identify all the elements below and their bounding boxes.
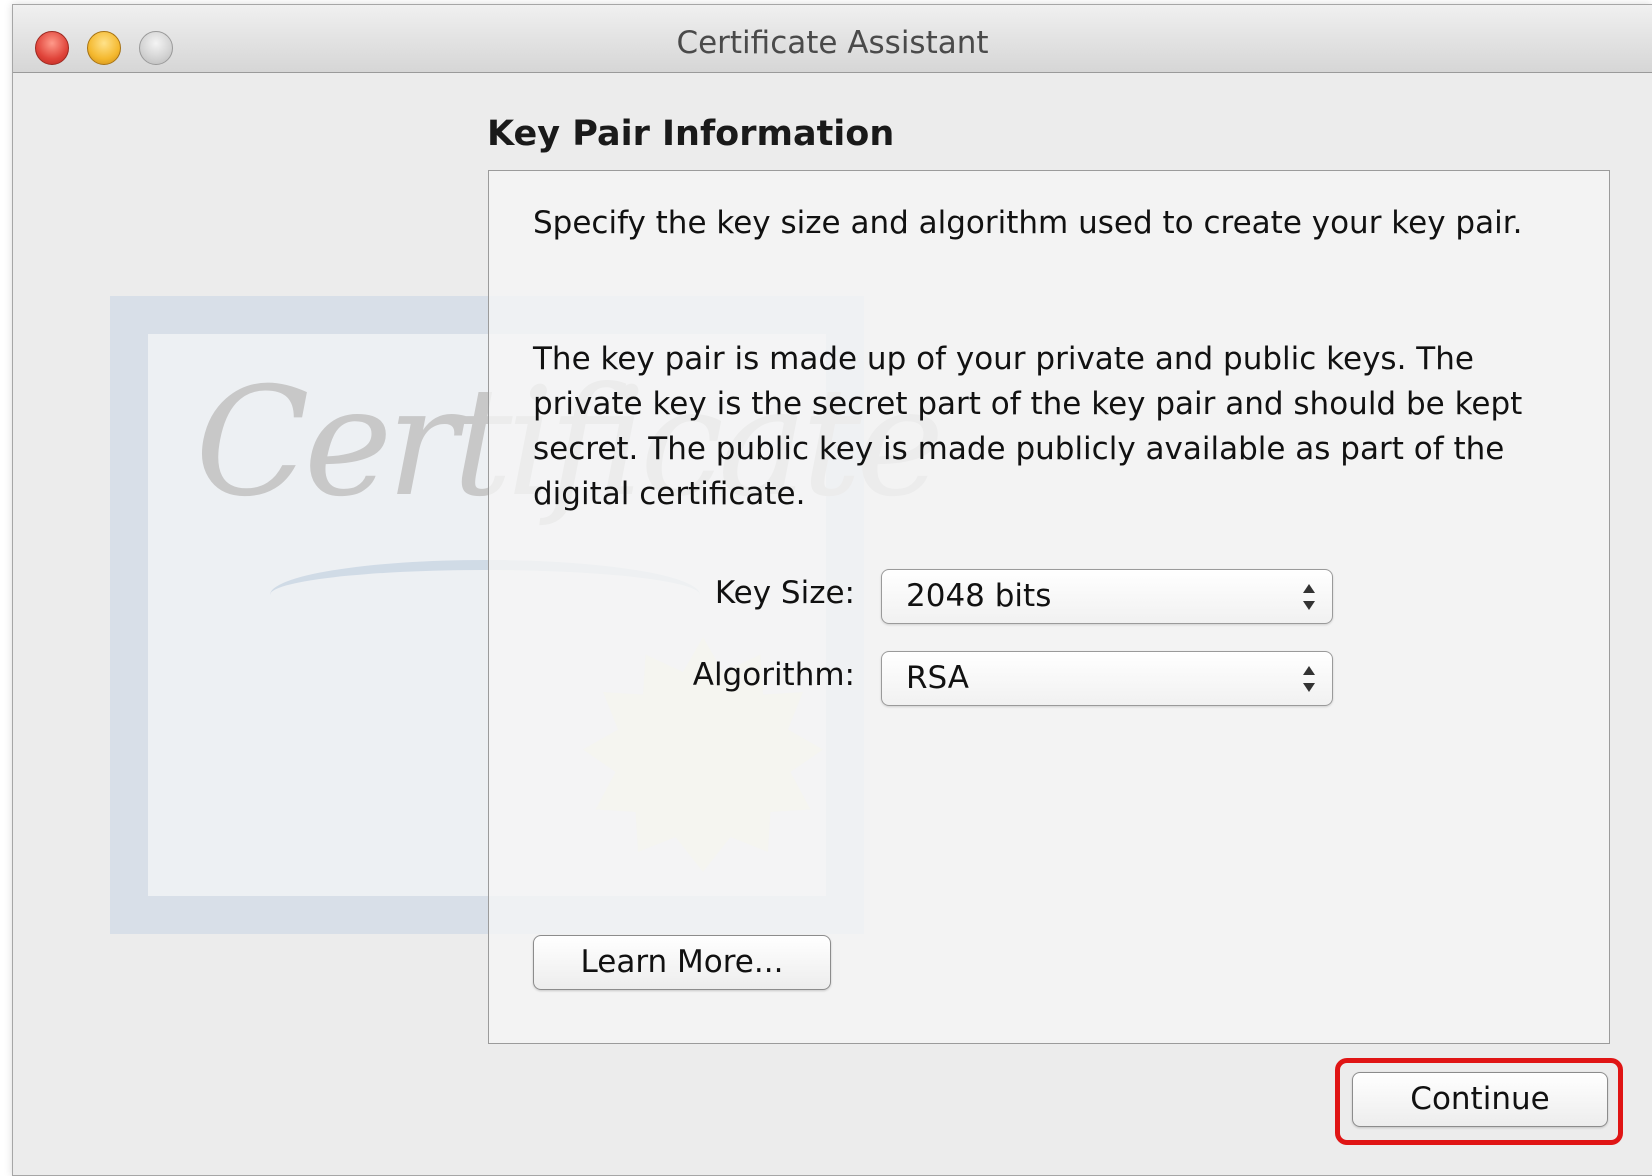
algorithm-select[interactable]: RSA [881,651,1333,706]
title-bar[interactable]: Certificate Assistant [13,5,1652,73]
learn-more-button[interactable]: Learn More... [533,935,831,990]
key-size-label: Key Size: [714,575,855,611]
updown-arrows-icon [1303,666,1315,692]
intro-paragraph: Specify the key size and algorithm used … [533,205,1523,241]
section-heading: Key Pair Information [487,114,895,154]
description-paragraph: The key pair is made up of your private … [533,341,1523,512]
key-size-select[interactable]: 2048 bits [881,569,1333,624]
window-title: Certificate Assistant [676,25,989,61]
algorithm-value: RSA [906,660,969,696]
updown-arrows-icon [1303,584,1315,610]
algorithm-label: Algorithm: [692,657,855,693]
key-size-value: 2048 bits [906,578,1052,614]
content-panel: Specify the key size and algorithm used … [488,170,1610,1044]
continue-button[interactable]: Continue [1352,1072,1608,1127]
